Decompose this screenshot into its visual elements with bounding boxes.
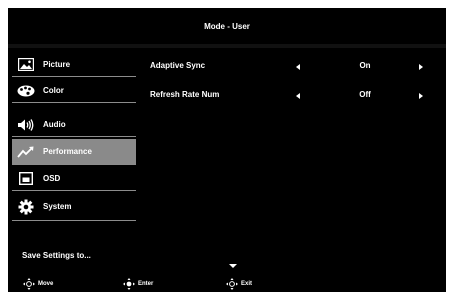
osd-footer: Move Enter Exit xyxy=(8,276,446,292)
hint-move: Move xyxy=(22,278,53,290)
osd-window-icon xyxy=(17,171,35,187)
setting-label: Refresh Rate Num xyxy=(150,90,220,99)
sidebar-item-osd[interactable]: OSD xyxy=(12,167,136,191)
hint-enter: Enter xyxy=(122,278,153,290)
sidebar-item-label: OSD xyxy=(43,174,61,183)
sidebar-item-audio[interactable]: Audio xyxy=(12,113,136,137)
picture-icon xyxy=(17,57,35,73)
osd-mode-title: Mode - User xyxy=(204,21,250,31)
arrow-left-icon[interactable] xyxy=(296,64,300,70)
osd-title-bar: Mode - User xyxy=(8,8,446,48)
joystick-move-icon xyxy=(23,278,35,290)
arrow-left-icon[interactable] xyxy=(296,93,300,99)
sidebar-item-label: Picture xyxy=(43,60,71,69)
sidebar-item-label: Performance xyxy=(43,147,92,156)
sidebar-item-picture[interactable]: Picture xyxy=(12,53,136,77)
setting-row-adaptive-sync[interactable]: Adaptive Sync On xyxy=(150,59,440,75)
hint-move-label: Move xyxy=(38,281,54,287)
save-settings-button[interactable]: Save Settings to... xyxy=(22,251,91,260)
hint-exit-label: Exit xyxy=(241,281,253,287)
setting-value: On xyxy=(359,61,371,70)
setting-row-refresh-rate-num[interactable]: Refresh Rate Num Off xyxy=(150,88,440,104)
scroll-down-arrow-icon xyxy=(229,264,237,268)
gear-icon xyxy=(17,199,35,215)
performance-trend-icon xyxy=(17,144,35,160)
arrow-right-icon[interactable] xyxy=(419,64,423,70)
color-palette-icon xyxy=(17,83,35,99)
hint-enter-label: Enter xyxy=(138,281,154,287)
arrow-right-icon[interactable] xyxy=(419,93,423,99)
sidebar-item-label: System xyxy=(43,202,72,211)
monitor-osd-menu: Mode - User Picture Color Audio Performa… xyxy=(8,8,446,292)
joystick-exit-icon xyxy=(226,278,238,290)
setting-label: Adaptive Sync xyxy=(150,61,206,70)
hint-exit: Exit xyxy=(225,278,252,290)
sidebar-item-label: Color xyxy=(43,86,64,95)
joystick-enter-icon xyxy=(123,278,135,290)
sidebar-item-system[interactable]: System xyxy=(12,193,136,221)
sidebar-item-performance[interactable]: Performance xyxy=(12,139,136,165)
sidebar-item-color[interactable]: Color xyxy=(12,79,136,103)
sidebar-item-label: Audio xyxy=(43,120,66,129)
setting-value: Off xyxy=(359,90,371,99)
speaker-icon xyxy=(17,117,35,133)
